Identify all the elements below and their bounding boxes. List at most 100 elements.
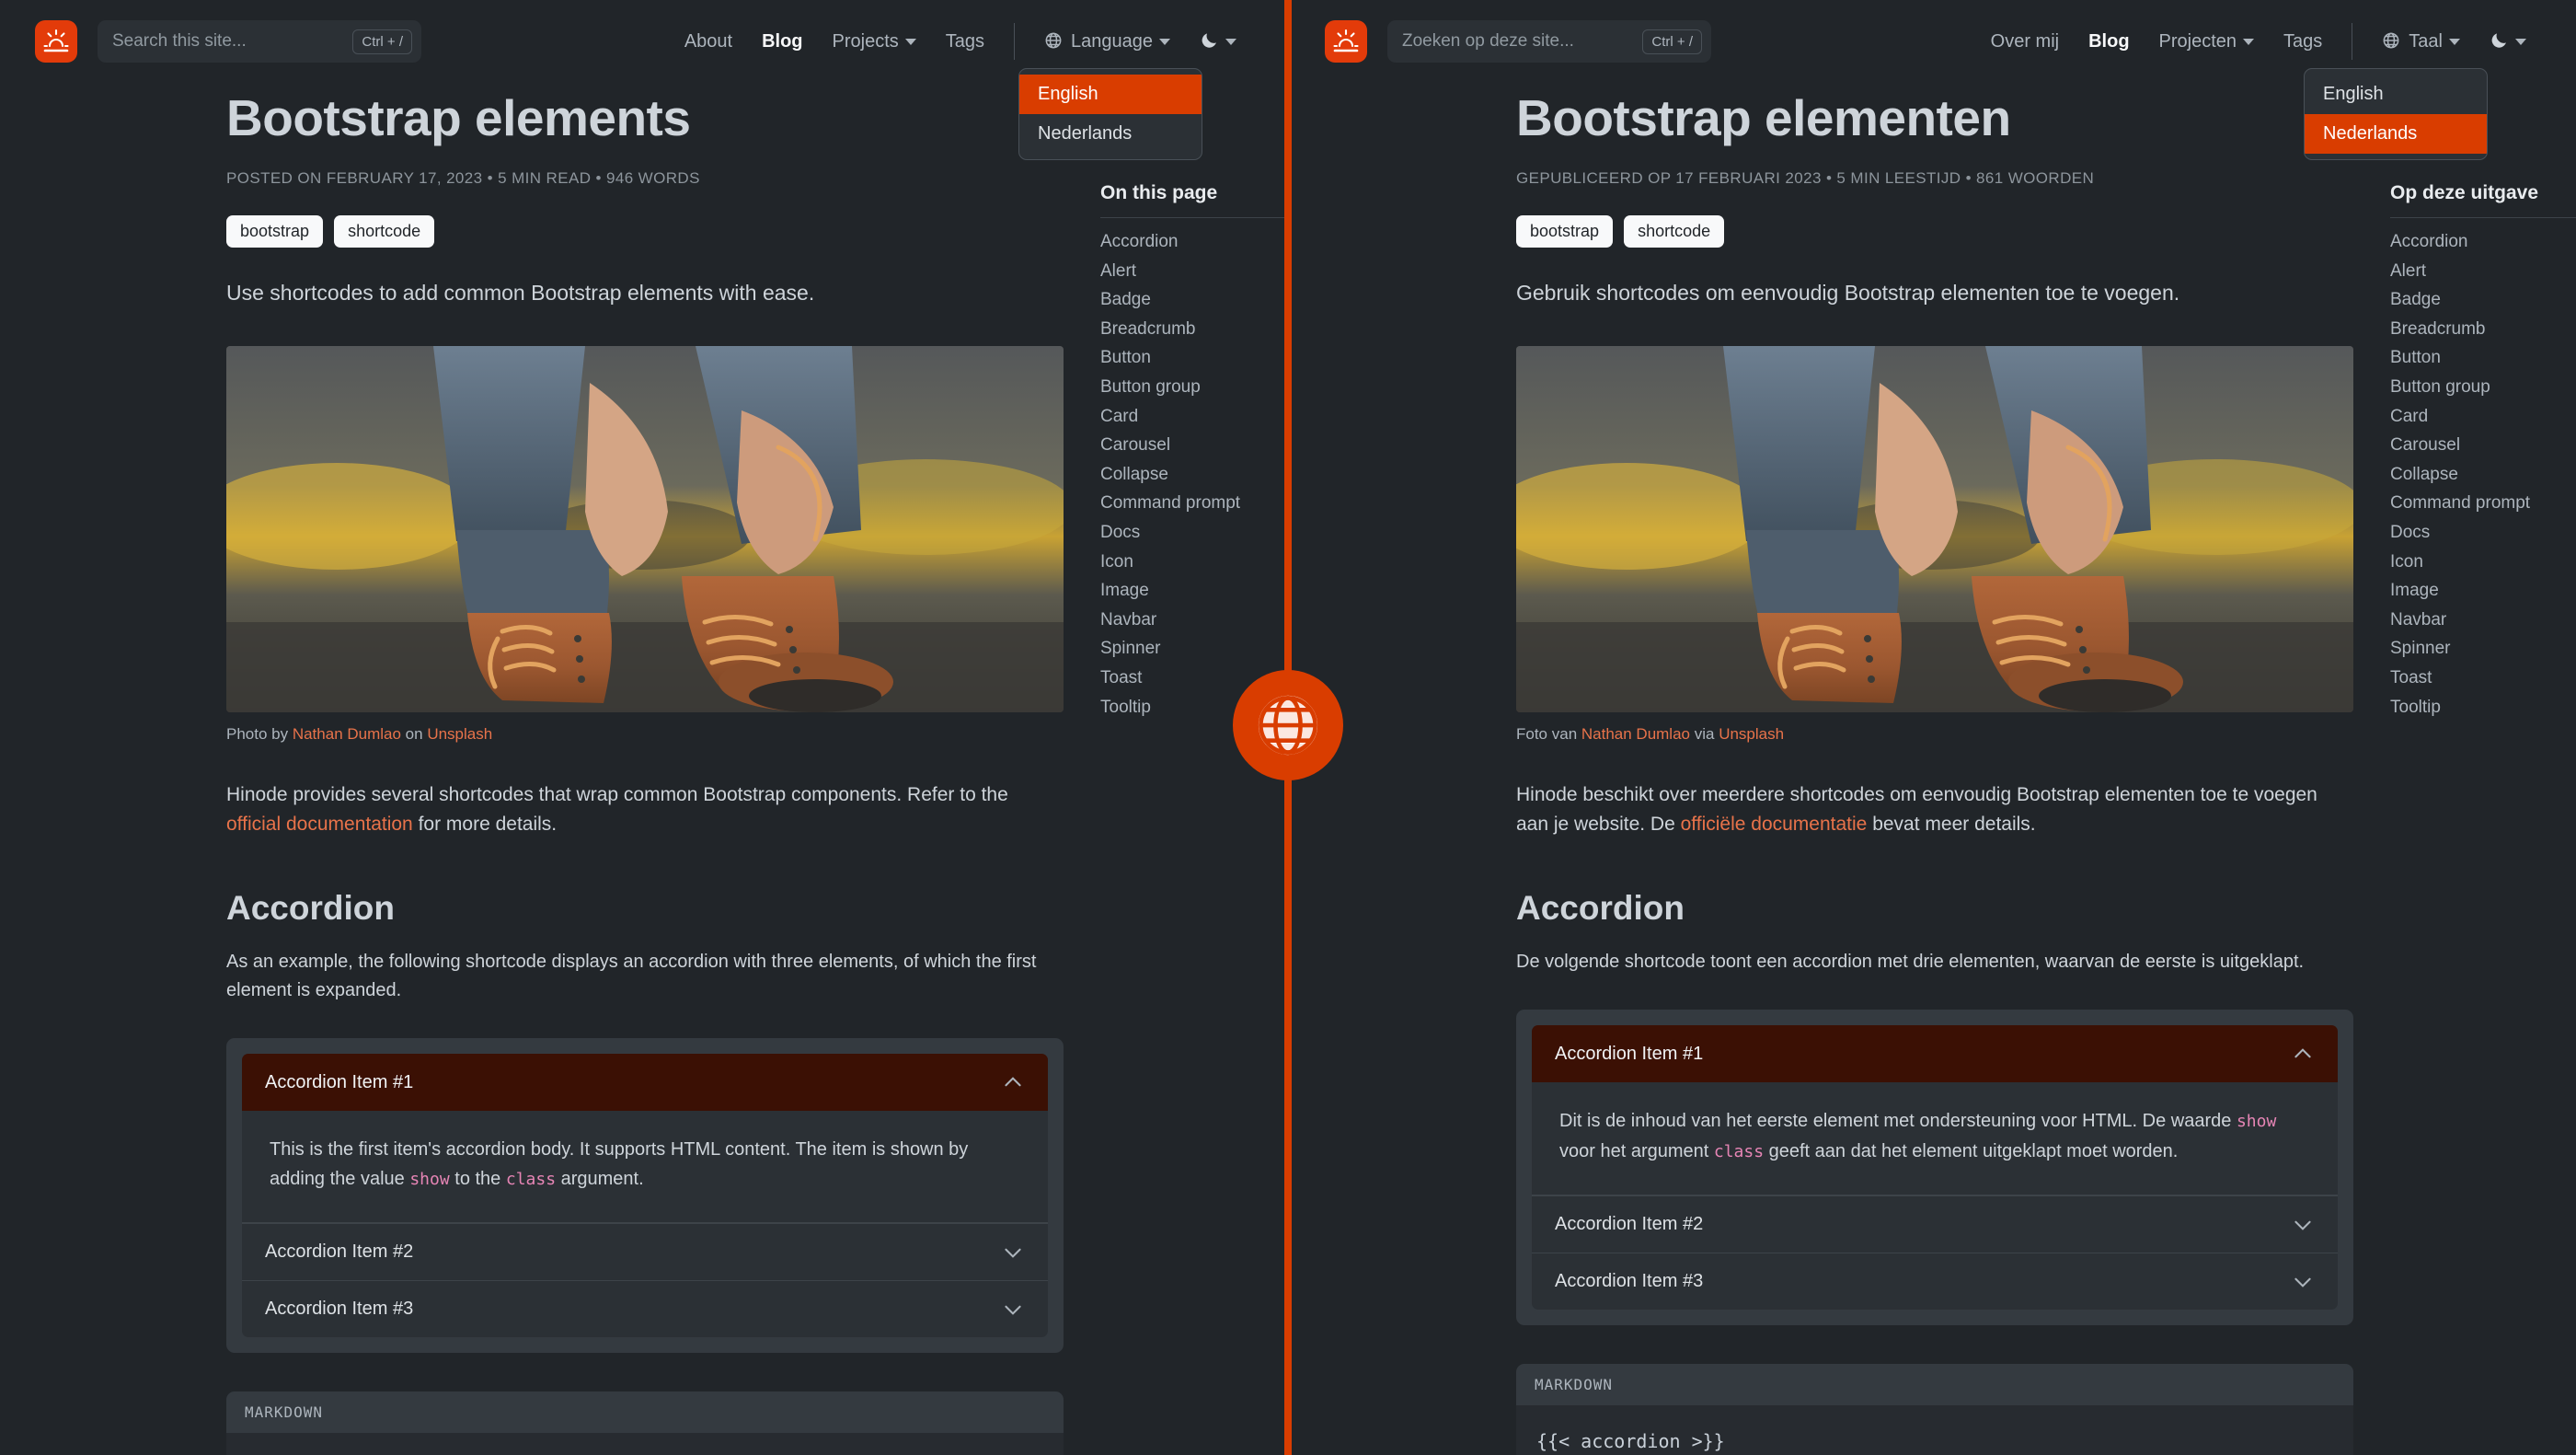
comparison-divider-handle[interactable]	[1233, 670, 1343, 780]
toc-item-command-prompt[interactable]: Command prompt	[2390, 489, 2576, 518]
toc-item-docs[interactable]: Docs	[1100, 518, 1286, 548]
toc-item-image[interactable]: Image	[2390, 576, 2576, 606]
toc-item-breadcrumb[interactable]: Breadcrumb	[2390, 315, 2576, 344]
accordion-header-3-label: Accordion Item #3	[1555, 1271, 1704, 1291]
tag-shortcode[interactable]: shortcode	[1624, 215, 1725, 248]
search-input[interactable]: Zoeken op deze site... Ctrl + /	[1387, 20, 1711, 63]
toc-item-card[interactable]: Card	[1100, 402, 1286, 432]
navbar-dutch: Zoeken op deze site... Ctrl + / Over mij…	[1290, 0, 2576, 160]
toc-item-collapse[interactable]: Collapse	[1100, 460, 1286, 490]
toc-item-button[interactable]: Button	[1100, 343, 1286, 373]
language-switcher-button[interactable]: Language	[1029, 31, 1185, 52]
toc-item-alert[interactable]: Alert	[2390, 257, 2576, 286]
code-block: MARKDOWN {{< accordion >}} {{< accordion…	[226, 1391, 1064, 1455]
nav-item-blog[interactable]: Blog	[2074, 31, 2144, 52]
toc-item-icon[interactable]: Icon	[2390, 548, 2576, 577]
toc-item-alert[interactable]: Alert	[1100, 257, 1286, 286]
caption-middle: via	[1690, 725, 1719, 743]
toc-item-accordion[interactable]: Accordion	[2390, 227, 2576, 257]
toc-item-button-group[interactable]: Button group	[2390, 373, 2576, 402]
section-heading-accordion: Accordion	[226, 889, 395, 927]
acc-code-class: class	[1713, 1142, 1765, 1161]
accordion-header-1[interactable]: Accordion Item #1	[242, 1054, 1048, 1111]
theme-toggle-button[interactable]	[2475, 30, 2541, 52]
accordion-header-3[interactable]: Accordion Item #3	[1532, 1253, 2338, 1310]
toc-item-toast[interactable]: Toast	[2390, 664, 2576, 693]
toc-item-badge[interactable]: Badge	[2390, 285, 2576, 315]
toc-divider	[2390, 217, 2576, 218]
nav-item-over-mij[interactable]: Over mij	[1976, 31, 2074, 52]
toc-item-button-group[interactable]: Button group	[1100, 373, 1286, 402]
toc-item-command-prompt[interactable]: Command prompt	[1100, 489, 1286, 518]
official-documentation-link[interactable]: officiële documentatie	[1681, 814, 1868, 835]
toc-item-image[interactable]: Image	[1100, 576, 1286, 606]
section-description: As an example, the following shortcode d…	[226, 952, 1037, 1000]
acc-code-class: class	[505, 1170, 557, 1189]
article-meta: GEPUBLICEERD OP 17 FEBRUARI 2023 • 5 MIN…	[1516, 169, 2095, 187]
acc-body-part2: voor het argument	[1559, 1141, 1714, 1161]
chevron-down-icon	[2294, 1220, 2311, 1230]
accordion-header-2[interactable]: Accordion Item #2	[1532, 1195, 2338, 1253]
toc-item-navbar[interactable]: Navbar	[2390, 606, 2576, 635]
nav-item-projecten[interactable]: Projecten	[2145, 31, 2270, 52]
language-option-nederlands[interactable]: Nederlands	[2305, 114, 2487, 154]
globe-icon	[1258, 695, 1318, 756]
caption-author-link[interactable]: Nathan Dumlao	[1581, 725, 1690, 743]
nav-item-about[interactable]: About	[670, 31, 747, 52]
code-content: {{< accordion >}} {{< accordion-item hea…	[226, 1433, 1064, 1455]
toc-item-icon[interactable]: Icon	[1100, 548, 1286, 577]
toc-item-accordion[interactable]: Accordion	[1100, 227, 1286, 257]
article-english: Bootstrap elements POSTED ON FEBRUARY 17…	[226, 83, 1064, 1455]
toc-dutch: Op deze uitgave Accordion Alert Badge Br…	[2390, 83, 2576, 1455]
toc-item-button[interactable]: Button	[2390, 343, 2576, 373]
toc-divider	[1100, 217, 1286, 218]
language-dropdown-menu: English Nederlands	[2304, 68, 2488, 160]
toc-item-carousel[interactable]: Carousel	[2390, 431, 2576, 460]
language-option-nederlands[interactable]: Nederlands	[1019, 114, 1202, 154]
official-documentation-link[interactable]: official documentation	[226, 814, 413, 835]
search-placeholder: Search this site...	[112, 31, 247, 51]
nav-item-tags[interactable]: Tags	[2269, 31, 2337, 52]
nav-item-blog[interactable]: Blog	[747, 31, 817, 52]
toc-item-collapse[interactable]: Collapse	[2390, 460, 2576, 490]
accordion-header-1[interactable]: Accordion Item #1	[1532, 1025, 2338, 1082]
toc-item-carousel[interactable]: Carousel	[1100, 431, 1286, 460]
toc-item-docs[interactable]: Docs	[2390, 518, 2576, 548]
acc-body-part3: argument.	[556, 1169, 644, 1189]
chevron-down-icon	[1005, 1305, 1021, 1315]
accordion-header-2[interactable]: Accordion Item #2	[242, 1223, 1048, 1280]
toc-item-card[interactable]: Card	[2390, 402, 2576, 432]
caption-source-link[interactable]: Unsplash	[1719, 725, 1784, 743]
code-block: MARKDOWN {{< accordion >}} {{< accordion…	[1516, 1364, 2353, 1455]
language-switcher-button[interactable]: Taal	[2367, 31, 2475, 52]
accordion-header-3-label: Accordion Item #3	[265, 1299, 414, 1319]
accordion-header-2-label: Accordion Item #2	[1555, 1214, 1704, 1234]
nav-item-tags[interactable]: Tags	[931, 31, 999, 52]
search-input[interactable]: Search this site... Ctrl + /	[98, 20, 421, 63]
tag-bootstrap[interactable]: bootstrap	[1516, 215, 1614, 248]
toc-item-badge[interactable]: Badge	[1100, 285, 1286, 315]
language-option-english[interactable]: English	[2305, 75, 2487, 114]
accordion-widget: Accordion Item #1 Dit is de inhoud van h…	[1516, 1010, 2353, 1325]
acc-body-part1: Dit is de inhoud van het eerste element …	[1559, 1111, 2237, 1131]
toc-item-breadcrumb[interactable]: Breadcrumb	[1100, 315, 1286, 344]
toc-item-spinner[interactable]: Spinner	[1100, 634, 1286, 664]
toc-item-tooltip[interactable]: Tooltip	[2390, 693, 2576, 722]
code-language-label: MARKDOWN	[226, 1391, 1064, 1433]
moon-icon	[2491, 33, 2506, 48]
nav-item-projects[interactable]: Projects	[818, 31, 931, 52]
accordion-header-3[interactable]: Accordion Item #3	[242, 1280, 1048, 1337]
moon-icon	[1202, 33, 1216, 48]
language-option-english[interactable]: English	[1019, 75, 1202, 114]
caption-author-link[interactable]: Nathan Dumlao	[293, 725, 401, 743]
tag-shortcode[interactable]: shortcode	[334, 215, 435, 248]
tag-bootstrap[interactable]: bootstrap	[226, 215, 324, 248]
caption-source-link[interactable]: Unsplash	[427, 725, 492, 743]
accordion-header-2-label: Accordion Item #2	[265, 1241, 414, 1262]
hinode-sunrise-logo-icon[interactable]	[35, 20, 77, 63]
toc-item-spinner[interactable]: Spinner	[2390, 634, 2576, 664]
theme-toggle-button[interactable]	[1185, 30, 1251, 52]
toc-item-navbar[interactable]: Navbar	[1100, 606, 1286, 635]
hinode-sunrise-logo-icon[interactable]	[1325, 20, 1367, 63]
accordion-header-1-label: Accordion Item #1	[1555, 1043, 1704, 1064]
